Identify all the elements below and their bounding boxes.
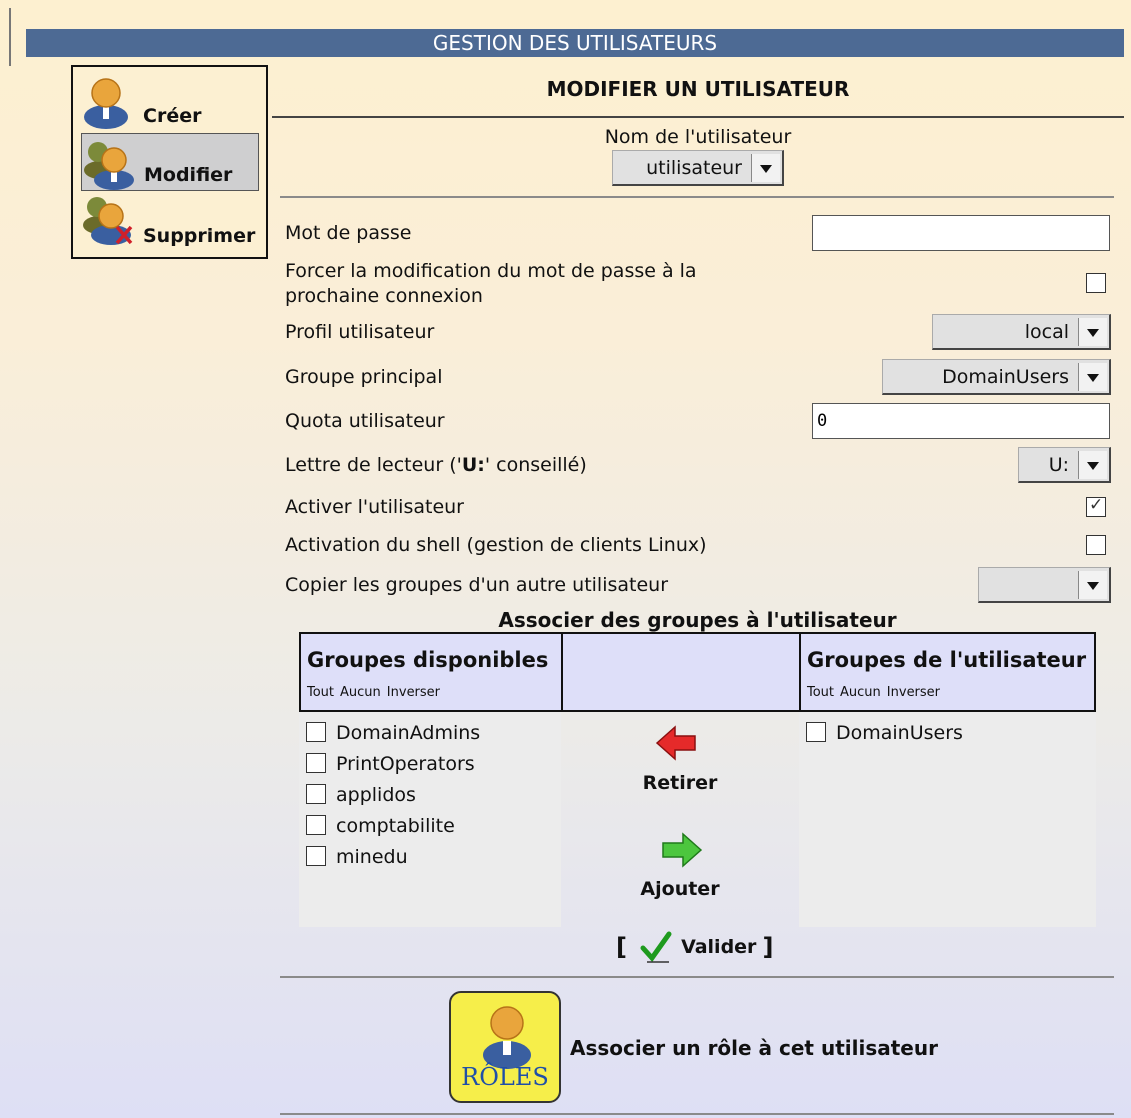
list-item[interactable]: minedu (306, 846, 408, 868)
copy-groups-select[interactable] (978, 567, 1111, 603)
profile-select-value: local (1024, 321, 1069, 343)
divider (280, 976, 1114, 978)
groups-panel: Groupes disponibles Tout Aucun Inverser Gr… (299, 632, 1096, 927)
menu-item-delete[interactable]: Supprimer (81, 193, 259, 251)
drive-letter-select[interactable]: U: (1018, 447, 1111, 483)
groups-middle-header (561, 632, 801, 712)
group-label: DomainAdmins (336, 722, 481, 744)
add-button[interactable] (659, 832, 703, 873)
main-group-select-value: DomainUsers (942, 366, 1069, 388)
roles-button[interactable]: RÔLES (449, 991, 561, 1103)
available-select-all-link[interactable]: Tout (307, 685, 334, 700)
group-label: comptabilite (336, 815, 455, 837)
group-checkbox[interactable] (306, 846, 326, 866)
group-label: DomainUsers (836, 722, 963, 744)
shell-checkbox[interactable] (1086, 535, 1106, 555)
available-groups-list: DomainAdmins PrintOperators applidos com… (299, 712, 561, 927)
username-select[interactable]: utilisateur (612, 150, 784, 186)
group-checkbox[interactable] (306, 815, 326, 835)
menu-item-modify[interactable]: Modifier (81, 133, 259, 191)
main-group-label: Groupe principal (285, 366, 443, 388)
divider (280, 1113, 1114, 1115)
validate-label: Valider (681, 936, 757, 958)
password-label: Mot de passe (285, 222, 412, 244)
drive-label-suffix: ' conseillé) (484, 454, 587, 476)
user-groups-header: Groupes de l'utilisateur Tout Aucun Invers… (799, 632, 1096, 712)
copy-groups-label: Copier les groupes d'un autre utilisateu… (285, 574, 669, 596)
force-change-label-1: Forcer la modification du mot de passe à… (285, 260, 697, 282)
arrow-left-icon (655, 725, 696, 761)
activate-user-checkbox[interactable] (1086, 495, 1106, 517)
available-groups-title: Groupes disponibles (307, 648, 549, 672)
user-groups-title: Groupes de l'utilisateur (807, 648, 1087, 672)
list-item[interactable]: DomainUsers (806, 722, 963, 744)
profile-label: Profil utilisateur (285, 321, 435, 343)
side-menu: Créer Modifier Supprimer (71, 65, 268, 259)
username-select-value: utilisateur (646, 157, 742, 179)
user-icon (84, 78, 128, 129)
checkmark-icon (640, 931, 672, 963)
delete-user-icon (83, 197, 133, 245)
roles-label: Associer un rôle à cet utilisateur (570, 1036, 938, 1060)
chevron-down-icon (1078, 363, 1107, 391)
add-button-label[interactable]: Ajouter (561, 878, 799, 900)
activate-user-label: Activer l'utilisateur (285, 496, 464, 518)
arrow-right-icon (662, 832, 703, 868)
profile-select[interactable]: local (932, 314, 1111, 350)
available-invert-link[interactable]: Inverser (387, 685, 440, 700)
list-item[interactable]: PrintOperators (306, 753, 475, 775)
divider (280, 196, 1114, 198)
drive-label-prefix: Lettre de lecteur (' (285, 454, 462, 476)
drive-letter-select-value: U: (1048, 454, 1069, 476)
users-icon (84, 142, 134, 190)
page-edge-line (9, 8, 11, 66)
chevron-down-icon (1078, 571, 1107, 599)
list-item[interactable]: applidos (306, 784, 416, 806)
quota-field[interactable] (812, 403, 1110, 439)
force-change-checkbox[interactable] (1086, 273, 1106, 293)
transfer-controls: Retirer Ajouter (561, 712, 799, 927)
force-change-label-2: prochaine connexion (285, 285, 483, 307)
page-banner: GESTION DES UTILISATEURS (26, 29, 1124, 57)
list-item[interactable]: DomainAdmins (306, 722, 480, 744)
menu-item-create[interactable]: Créer (81, 73, 259, 131)
drive-label-bold: U: (461, 454, 485, 476)
user-select-none-link[interactable]: Aucun (840, 685, 881, 700)
available-groups-links: Tout Aucun Inverser (307, 685, 446, 700)
list-item[interactable]: comptabilite (306, 815, 455, 837)
user-select-all-link[interactable]: Tout (807, 685, 834, 700)
shell-label: Activation du shell (gestion de clients … (285, 534, 707, 556)
user-invert-link[interactable]: Inverser (887, 685, 940, 700)
remove-button[interactable] (655, 725, 699, 766)
menu-item-create-label: Créer (143, 105, 202, 127)
available-groups-header: Groupes disponibles Tout Aucun Inverser (299, 632, 563, 712)
group-checkbox[interactable] (306, 722, 326, 742)
main-group-select[interactable]: DomainUsers (882, 359, 1111, 395)
menu-item-delete-label: Supprimer (143, 225, 256, 247)
menu-item-modify-label: Modifier (144, 164, 233, 186)
password-field[interactable] (812, 215, 1110, 251)
page-title: MODIFIER UN UTILISATEUR (272, 70, 1124, 118)
user-groups-list: DomainUsers (799, 712, 1096, 927)
chevron-down-icon (751, 154, 780, 182)
remove-button-label[interactable]: Retirer (561, 772, 799, 794)
drive-letter-label: Lettre de lecteur ('U:' conseillé) (285, 454, 587, 476)
group-label: applidos (336, 784, 416, 806)
group-label: minedu (336, 846, 408, 868)
groups-title: Associer des groupes à l'utilisateur (498, 608, 897, 632)
username-label: Nom de l'utilisateur (604, 126, 792, 148)
group-checkbox[interactable] (806, 722, 826, 742)
group-checkbox[interactable] (306, 753, 326, 773)
validate-close-bracket: ] (762, 933, 774, 961)
roles-icon-text: RÔLES (461, 1063, 549, 1091)
group-checkbox[interactable] (306, 784, 326, 804)
quota-label: Quota utilisateur (285, 410, 445, 432)
group-label: PrintOperators (336, 753, 475, 775)
chevron-down-icon (1078, 451, 1107, 479)
chevron-down-icon (1078, 318, 1107, 346)
validate-open-bracket: [ (616, 933, 627, 961)
user-groups-links: Tout Aucun Inverser (807, 685, 946, 700)
available-select-none-link[interactable]: Aucun (340, 685, 381, 700)
validate-button[interactable]: [ Valider ] (616, 930, 773, 966)
